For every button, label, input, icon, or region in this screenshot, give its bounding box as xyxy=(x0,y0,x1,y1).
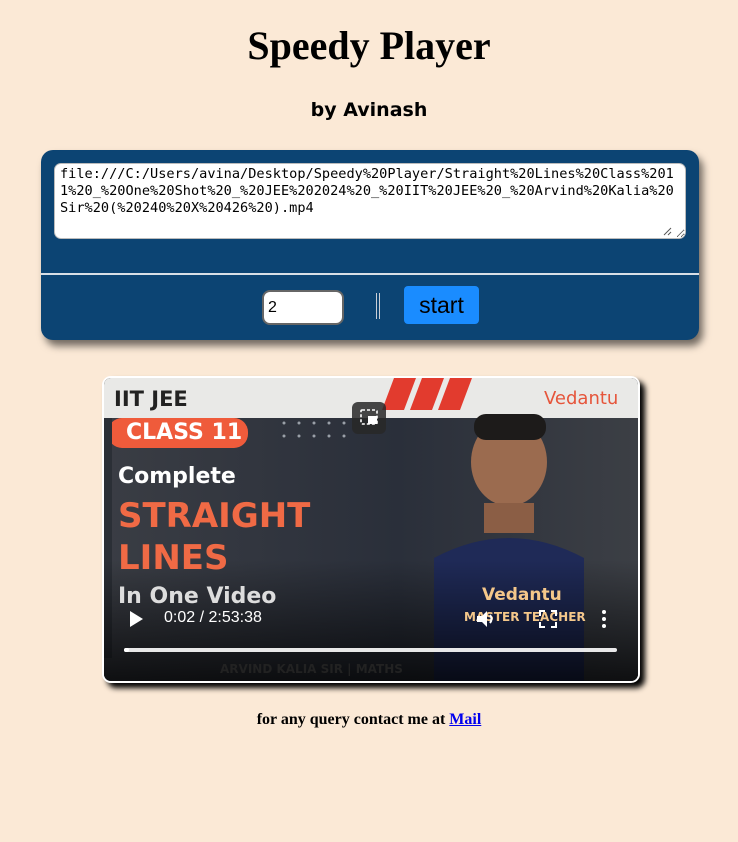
start-button[interactable]: start xyxy=(404,286,479,324)
picture-in-picture-icon xyxy=(360,409,378,425)
progress-bar[interactable] xyxy=(124,648,617,652)
fullscreen-icon[interactable] xyxy=(538,609,558,629)
play-icon[interactable] xyxy=(128,610,144,628)
thumb-bottom-caption: ARVIND KALIA SIR | MATHS xyxy=(220,662,403,676)
more-options-icon[interactable] xyxy=(600,608,608,630)
time-display: 0:02 / 2:53:38 xyxy=(164,609,262,626)
thumb-shirt-brand: Vedantu xyxy=(482,585,562,605)
progress-fill xyxy=(124,648,129,652)
mail-link[interactable]: Mail xyxy=(449,711,481,728)
panel-divider xyxy=(41,273,699,275)
thumb-complete: Complete xyxy=(118,464,236,489)
control-panel: file:///C:/Users/avina/Desktop/Speedy%20… xyxy=(41,150,699,340)
footer-text: for any query contact me at xyxy=(256,711,446,728)
thumb-one-video: In One Video xyxy=(118,584,277,609)
picture-in-picture-button[interactable] xyxy=(352,402,386,434)
thumb-brand: Vedantu xyxy=(544,388,619,409)
thumb-straight: STRAIGHT xyxy=(118,496,311,536)
resize-grip-icon[interactable] xyxy=(663,227,672,236)
thumb-iit-jee: IIT JEE xyxy=(114,387,188,411)
video-player[interactable]: IIT JEE CLASS 11 Complete STRAIGHT LINES… xyxy=(102,376,640,683)
video-url-textarea[interactable]: file:///C:/Users/avina/Desktop/Speedy%20… xyxy=(54,163,686,239)
speed-input[interactable]: 2 xyxy=(262,290,344,325)
footer: for any query contact me at Mail xyxy=(0,711,738,729)
page-title: Speedy Player xyxy=(247,23,491,68)
thumb-class-11: CLASS 11 xyxy=(126,420,243,445)
volume-icon[interactable] xyxy=(475,608,497,630)
thumb-lines: LINES xyxy=(118,538,229,578)
separator xyxy=(376,293,380,319)
author-byline: by Avinash xyxy=(310,99,428,121)
